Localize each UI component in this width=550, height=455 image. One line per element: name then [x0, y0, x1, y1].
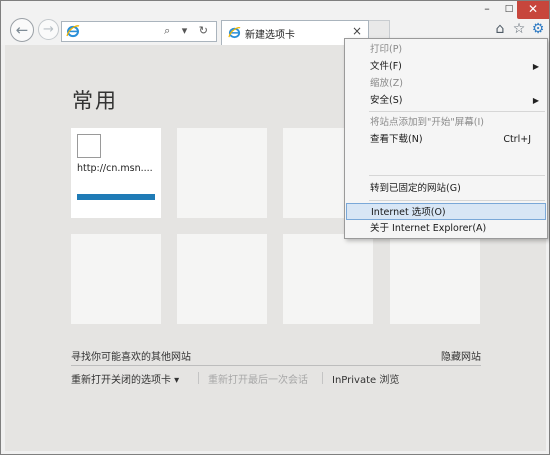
gear-icon[interactable]: ⚙: [530, 21, 546, 37]
menu-item-label: 文件(F): [370, 61, 402, 72]
site-usage-bar: [77, 194, 155, 200]
menu-item-file[interactable]: 文件(F) ▶: [345, 58, 547, 75]
forward-arrow-icon: →: [43, 22, 54, 37]
menu-item-label: 转到已固定的网站(G): [370, 183, 461, 194]
menu-item-label: Internet 选项(O): [371, 207, 446, 218]
favorites-star-icon[interactable]: ☆: [511, 21, 527, 37]
submenu-arrow-icon: ▶: [532, 62, 539, 71]
divider: [322, 372, 323, 384]
site-tile-empty[interactable]: [390, 234, 480, 324]
hide-sites-link[interactable]: 隐藏网站: [441, 348, 481, 363]
ie-logo-icon: [66, 25, 80, 38]
close-window-button[interactable]: ✕: [517, 1, 549, 19]
menu-item-label: 关于 Internet Explorer(A): [370, 223, 487, 234]
menu-item-label: 缩放(Z): [370, 78, 403, 89]
forward-button[interactable]: →: [38, 19, 59, 40]
site-tile-empty[interactable]: [177, 234, 267, 324]
menu-item-label: 将站点添加到"开始"屏幕(I): [370, 117, 484, 128]
address-tools[interactable]: ⌕ ▾ ↻: [164, 24, 212, 38]
reopen-closed-tabs-link[interactable]: 重新打开关闭的选项卡 ▾: [71, 371, 179, 386]
menu-item-zoom[interactable]: 缩放(Z): [345, 75, 547, 92]
menu-shortcut: Ctrl+J: [503, 134, 531, 145]
tab-close-icon[interactable]: ×: [352, 24, 362, 38]
home-icon[interactable]: ⌂: [492, 21, 508, 37]
menu-item-security[interactable]: 安全(S) ▶: [345, 92, 547, 109]
site-thumbnail: [77, 134, 101, 158]
menu-item-view-downloads[interactable]: 查看下载(N) Ctrl+J: [345, 131, 547, 148]
menu-item-pinned-sites[interactable]: 转到已固定的网站(G): [345, 180, 547, 197]
menu-separator: [369, 111, 545, 112]
menu-item-print[interactable]: 打印(P): [345, 41, 547, 58]
minimize-button[interactable]: –: [478, 1, 496, 19]
site-tile-msn[interactable]: http://cn.msn....: [71, 128, 161, 218]
inprivate-browsing-link[interactable]: InPrivate 浏览: [332, 371, 399, 386]
find-sites-link[interactable]: 寻找你可能喜欢的其他网站: [71, 348, 191, 363]
back-arrow-icon: ←: [15, 21, 29, 39]
menu-item-label: 打印(P): [370, 44, 403, 55]
menu-item-label: 查看下载(N): [370, 134, 423, 145]
back-button[interactable]: ←: [10, 18, 34, 42]
address-bar[interactable]: ⌕ ▾ ↻: [61, 21, 217, 42]
site-tile-empty[interactable]: [177, 128, 267, 218]
site-tile-empty[interactable]: [283, 234, 373, 324]
menu-item-label: 安全(S): [370, 95, 403, 106]
maximize-button[interactable]: □: [500, 1, 518, 19]
site-tile-empty[interactable]: [71, 234, 161, 324]
browser-window: ← → ⌕ ▾ ↻ 新建选项卡 × – □ ✕ ⌂ ☆ ⚙ 常用 http://…: [0, 0, 550, 455]
tab-ie-logo-icon: [228, 27, 241, 39]
menu-item-about-ie[interactable]: 关于 Internet Explorer(A): [345, 220, 547, 237]
menu-separator: [369, 175, 545, 176]
site-tile-label: http://cn.msn....: [77, 163, 153, 174]
divider: [71, 365, 481, 366]
tab-label: 新建选项卡: [245, 30, 295, 41]
menu-item-internet-options[interactable]: Internet 选项(O): [346, 203, 546, 220]
menu-item-add-to-start[interactable]: 将站点添加到"开始"屏幕(I): [345, 114, 547, 131]
tools-menu: 打印(P) 文件(F) ▶ 缩放(Z) 安全(S) ▶ 将站点添加到"开始"屏幕…: [344, 38, 548, 239]
divider: [198, 372, 199, 384]
page-title: 常用: [72, 89, 118, 113]
reopen-last-session-link: 重新打开最后一次会话: [208, 375, 308, 386]
submenu-arrow-icon: ▶: [532, 96, 539, 105]
menu-separator: [369, 200, 545, 201]
